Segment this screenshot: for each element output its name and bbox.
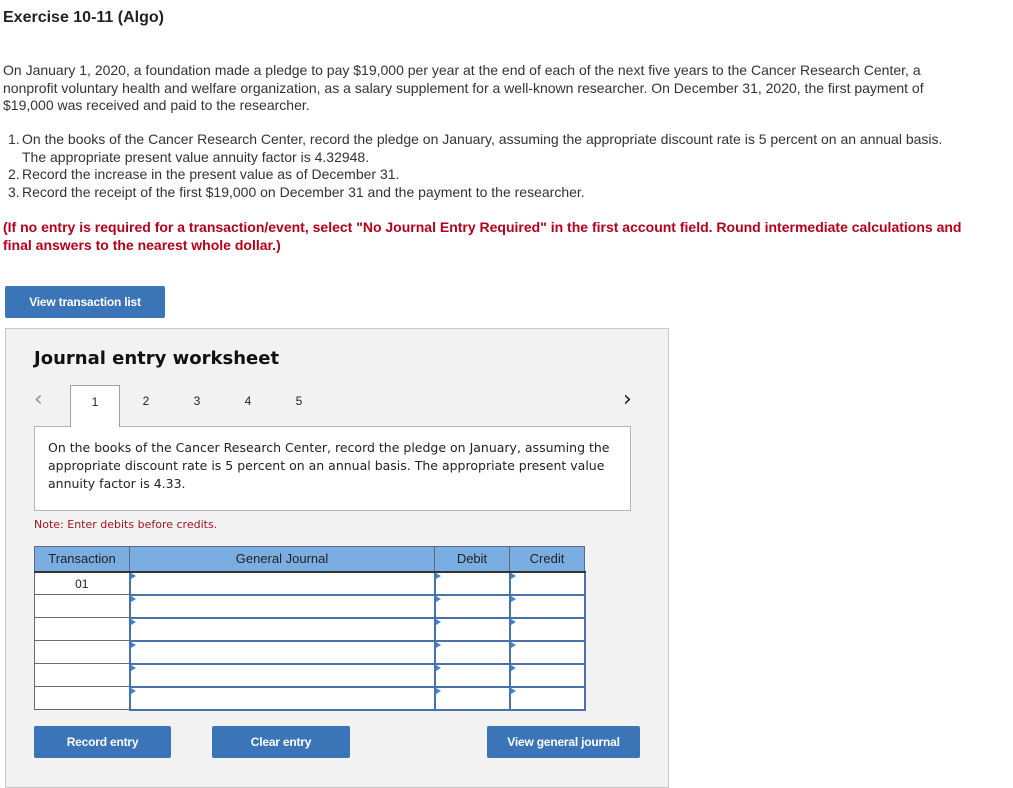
requirements-list: 1. On the books of the Cancer Research Ce… [3, 131, 963, 201]
record-entry-button[interactable]: Record entry [34, 726, 171, 758]
page-tab-2[interactable]: 2 [121, 385, 171, 427]
requirement-number: 3. [8, 183, 20, 200]
view-transaction-list-button[interactable]: View transaction list [5, 286, 165, 318]
debit-credit-note: Note: Enter debits before credits. [34, 518, 218, 531]
table-row [34, 685, 586, 711]
page-tab-5[interactable]: 5 [274, 385, 324, 427]
debit-input[interactable] [433, 662, 511, 688]
credit-input[interactable] [508, 570, 586, 596]
requirement-item: 2. Record the increase in the present val… [3, 166, 963, 184]
transaction-number: 01 [34, 571, 130, 595]
table-row [34, 639, 586, 665]
requirement-item: 1. On the books of the Cancer Research Ce… [3, 131, 963, 166]
table-header-row: Transaction General Journal Debit Credit [34, 546, 585, 573]
credit-input[interactable] [508, 662, 586, 688]
chevron-left-icon[interactable]: ‹ [34, 387, 43, 412]
view-general-journal-button[interactable]: View general journal [487, 726, 640, 758]
worksheet-title: Journal entry worksheet [34, 348, 280, 369]
requirement-text: On the books of the Cancer Research Cent… [22, 131, 943, 165]
table-row [34, 593, 586, 619]
account-select[interactable] [128, 662, 436, 688]
debit-input[interactable] [433, 616, 511, 642]
page-tab-4[interactable]: 4 [223, 385, 273, 427]
exercise-title: Exercise 10-11 (Algo) [3, 9, 164, 26]
header-debit: Debit [434, 546, 510, 573]
debit-input[interactable] [433, 570, 511, 596]
header-credit: Credit [509, 546, 585, 573]
page-tab-1[interactable]: 1 [70, 385, 120, 427]
requirement-number: 2. [8, 166, 20, 182]
table-row [34, 662, 586, 688]
journal-entry-table: Transaction General Journal Debit Credit… [34, 546, 586, 711]
account-select[interactable] [128, 616, 436, 642]
journal-entry-worksheet: Journal entry worksheet ‹ 1 2 3 4 5 › On… [5, 328, 669, 788]
requirement-text: Record the increase in the present value… [22, 166, 400, 182]
instructions-text: (If no entry is required for a transacti… [3, 219, 962, 253]
table-row [34, 616, 586, 642]
transaction-number [34, 617, 130, 641]
debit-input[interactable] [433, 639, 511, 665]
requirement-number: 1. [8, 131, 20, 147]
header-general-journal: General Journal [129, 546, 435, 573]
chevron-right-icon[interactable]: › [623, 387, 632, 412]
account-select[interactable] [128, 570, 436, 596]
credit-input[interactable] [508, 685, 586, 711]
transaction-prompt: On the books of the Cancer Research Cent… [34, 426, 631, 511]
requirement-item: 3. Record the receipt of the first $19,00… [3, 184, 963, 202]
transaction-number [34, 594, 130, 618]
credit-input[interactable] [508, 593, 586, 619]
debit-input[interactable] [433, 593, 511, 619]
account-select[interactable] [128, 639, 436, 665]
problem-intro: On January 1, 2020, a foundation made a … [3, 62, 924, 113]
clear-entry-button[interactable]: Clear entry [212, 726, 350, 758]
account-select[interactable] [128, 593, 436, 619]
credit-input[interactable] [508, 639, 586, 665]
account-select[interactable] [128, 685, 436, 711]
page-tab-3[interactable]: 3 [172, 385, 222, 427]
transaction-number [34, 686, 130, 710]
table-row: 01 [34, 570, 586, 596]
credit-input[interactable] [508, 616, 586, 642]
header-transaction: Transaction [34, 546, 130, 573]
transaction-number [34, 640, 130, 664]
debit-input[interactable] [433, 685, 511, 711]
transaction-number [34, 663, 130, 687]
requirement-text: Record the receipt of the first $19,000 … [22, 183, 585, 200]
